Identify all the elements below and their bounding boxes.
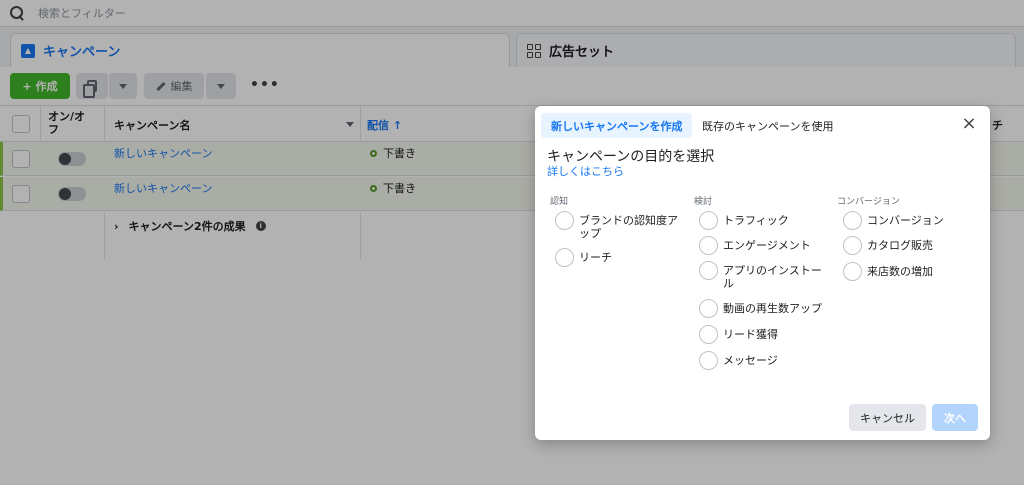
radio-button[interactable] [843, 211, 862, 230]
objective-option[interactable]: リード獲得 [699, 325, 829, 344]
radio-button[interactable] [699, 351, 718, 370]
objective-option[interactable]: リーチ [555, 248, 687, 267]
objective-label: コンバージョン [867, 214, 944, 227]
objective-group-awareness: 認知 [550, 197, 569, 207]
objective-option[interactable]: 来店数の増加 [843, 262, 973, 281]
objective-label: トラフィック [723, 214, 789, 227]
objective-option[interactable]: トラフィック [699, 211, 829, 230]
objective-label: ブランドの認知度アップ [579, 214, 678, 240]
radio-button[interactable] [699, 325, 718, 344]
objective-option[interactable]: エンゲージメント [699, 236, 829, 255]
objective-option[interactable]: コンバージョン [843, 211, 973, 230]
radio-button[interactable] [843, 236, 862, 255]
objective-option[interactable]: メッセージ [699, 351, 829, 370]
radio-button[interactable] [699, 261, 718, 280]
objective-option[interactable]: ブランドの認知度アップ [555, 211, 687, 240]
objective-label: カタログ販売 [867, 239, 933, 252]
radio-button[interactable] [843, 262, 862, 281]
objective-option[interactable]: 動画の再生数アップ [699, 299, 829, 318]
objective-option[interactable]: カタログ販売 [843, 236, 973, 255]
objective-label: メッセージ [723, 354, 778, 367]
cancel-button[interactable]: キャンセル [849, 404, 926, 431]
objective-label: 動画の再生数アップ [723, 302, 822, 315]
radio-button[interactable] [699, 211, 718, 230]
close-icon[interactable]: × [960, 115, 978, 133]
objective-label: アプリのインストール [723, 264, 822, 290]
radio-button[interactable] [555, 211, 574, 230]
tab-new-campaign[interactable]: 新しいキャンペーンを作成 [541, 113, 693, 138]
next-button[interactable]: 次へ [932, 404, 978, 431]
radio-button[interactable] [555, 248, 574, 267]
objective-label: リード獲得 [723, 328, 778, 341]
objective-option[interactable]: アプリのインストール [699, 261, 829, 290]
objective-group-conversion: コンバージョン [837, 197, 900, 207]
radio-button[interactable] [699, 236, 718, 255]
objective-group-consideration: 検討 [694, 197, 713, 207]
objective-label: エンゲージメント [723, 239, 811, 252]
learn-more-link[interactable]: 詳しくはこちら [547, 163, 624, 179]
objective-label: 来店数の増加 [867, 265, 933, 278]
tab-existing-campaign[interactable]: 既存のキャンペーンを使用 [692, 113, 843, 138]
objective-label: リーチ [579, 251, 612, 264]
campaign-objective-dialog: 新しいキャンペーンを作成 既存のキャンペーンを使用 × キャンペーンの目的を選択… [535, 106, 990, 440]
radio-button[interactable] [699, 299, 718, 318]
